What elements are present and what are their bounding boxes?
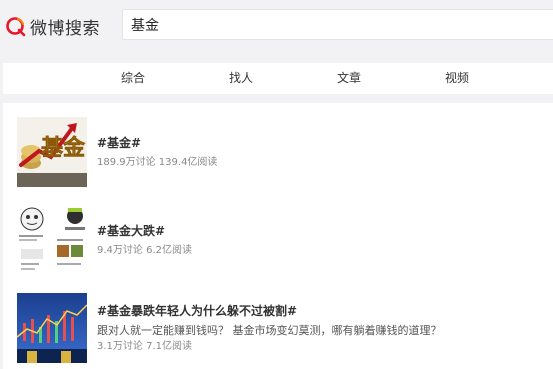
fund-chart-image-icon: 基金	[17, 117, 87, 187]
thumb-text: 基金	[41, 135, 86, 161]
result-info: #基金# 189.9万讨论 139.4亿阅读	[97, 117, 537, 170]
tab-people[interactable]: 找人	[229, 63, 253, 94]
result-info: #基金暴跌年轻人为什么躲不过被割# 跟对人就一定能赚到钱吗？ 基金市场变幻莫测，…	[97, 293, 537, 354]
topic-thumbnail[interactable]: 基金	[17, 117, 87, 187]
tab-all[interactable]: 综合	[121, 63, 145, 94]
weibo-logo-icon	[6, 17, 26, 37]
search-box[interactable]	[122, 9, 553, 40]
tab-videos[interactable]: 视频	[445, 63, 469, 94]
header-bar: 微博搜索	[0, 0, 553, 54]
topic-description: 跟对人就一定能赚到钱吗？ 基金市场变幻莫测，哪有躺着赚钱的道理？	[97, 324, 442, 337]
topic-title[interactable]: #基金暴跌年轻人为什么躲不过被割#	[97, 303, 537, 319]
stock-market-image-icon	[17, 293, 87, 363]
topic-thumbnail[interactable]	[17, 293, 87, 363]
topic-title[interactable]: #基金大跌#	[97, 223, 537, 239]
logo-text: 微博搜索	[30, 18, 100, 39]
search-input[interactable]	[131, 10, 551, 39]
list-item[interactable]: #基金暴跌年轻人为什么躲不过被割# 跟对人就一定能赚到钱吗？ 基金市场变幻莫测，…	[17, 293, 553, 368]
topic-stats: 9.4万讨论 6.2亿阅读	[97, 245, 192, 256]
result-info: #基金大跌# 9.4万讨论 6.2亿阅读	[97, 205, 537, 258]
topic-stats: 189.9万讨论 139.4亿阅读	[97, 157, 218, 168]
tab-bar: 综合 找人 文章 视频	[3, 63, 553, 94]
tab-articles[interactable]: 文章	[337, 63, 361, 94]
results-list: 基金 #基金# 189.9万讨论 139.4亿阅读 #基金大跌# 9.4万讨论 …	[3, 103, 553, 369]
list-item[interactable]: 基金 #基金# 189.9万讨论 139.4亿阅读	[17, 117, 553, 192]
topic-title[interactable]: #基金#	[97, 135, 537, 151]
topic-stats: 3.1万讨论 7.1亿阅读	[97, 341, 192, 352]
weibo-search-logo[interactable]: 微博搜索	[5, 12, 100, 40]
meme-collage-image-icon	[17, 205, 87, 275]
topic-thumbnail[interactable]	[17, 205, 87, 275]
list-item[interactable]: #基金大跌# 9.4万讨论 6.2亿阅读	[17, 205, 553, 280]
